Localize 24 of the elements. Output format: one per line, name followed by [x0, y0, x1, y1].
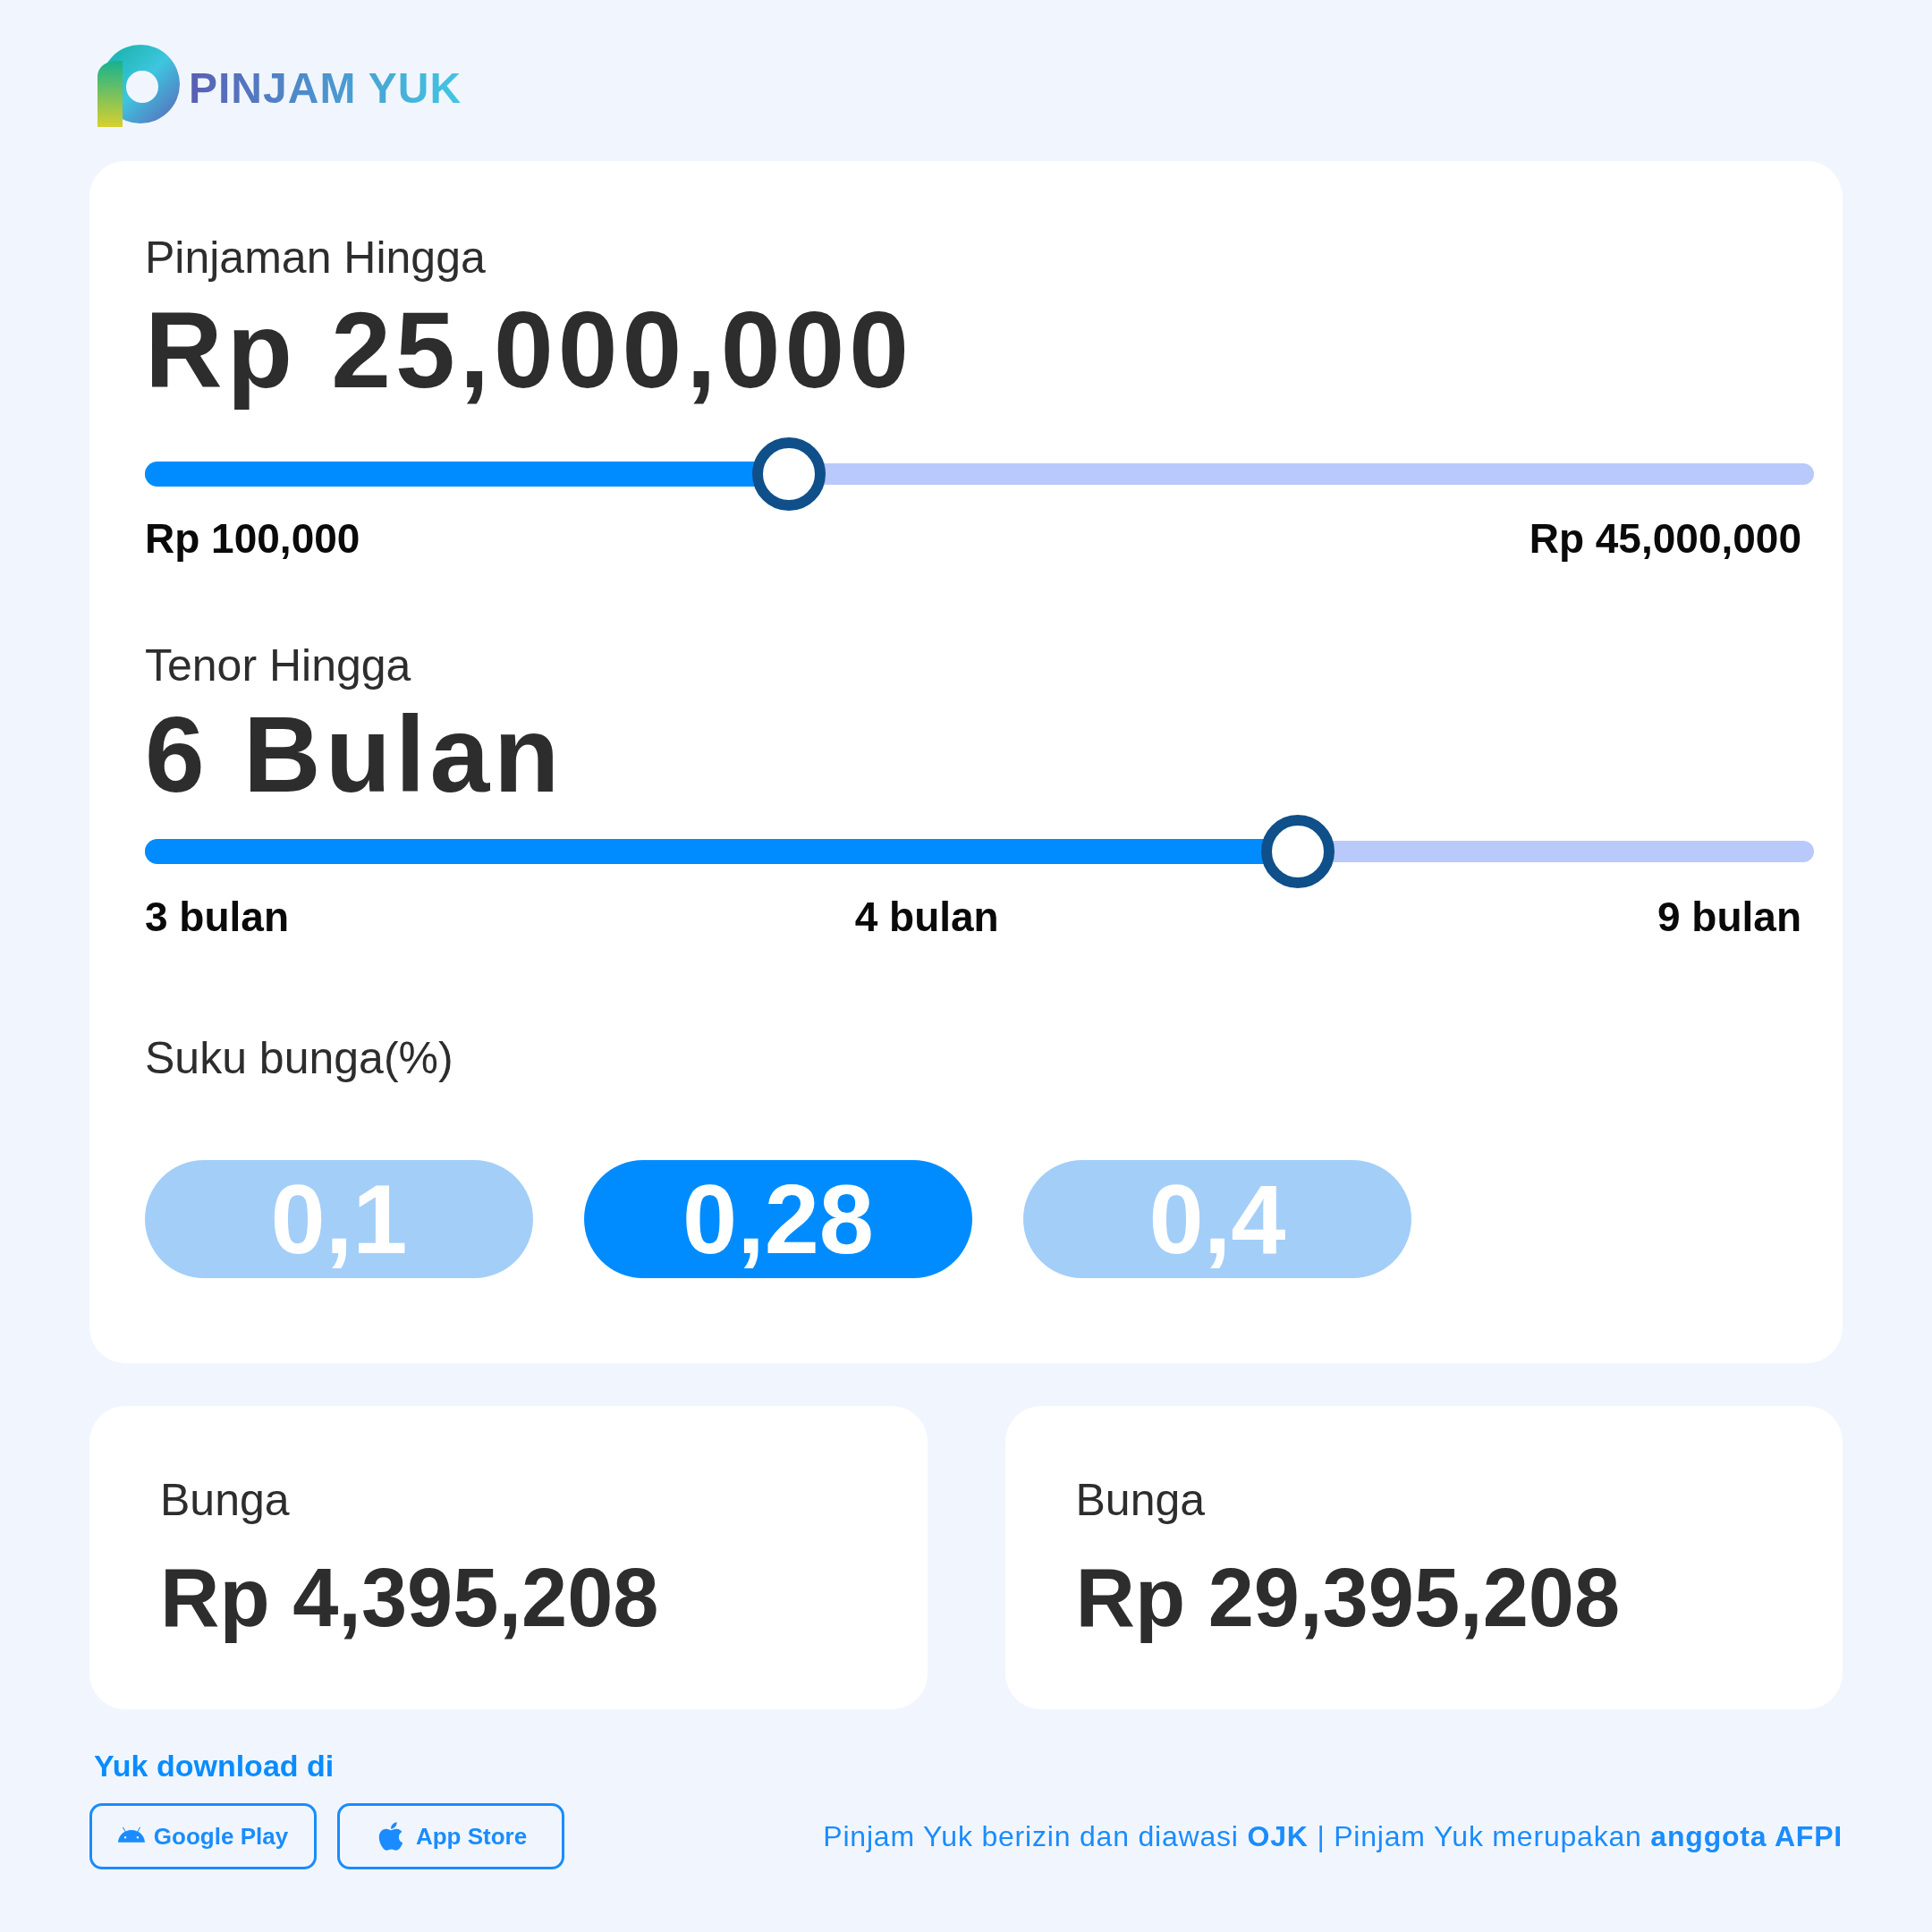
range-label: Rp 100,000: [145, 514, 360, 564]
store-button[interactable]: App Store: [337, 1803, 564, 1869]
result-value: Rp 29,395,208: [1075, 1551, 1622, 1645]
store-button[interactable]: Google Play: [89, 1803, 317, 1869]
tenor-value: 6 Bulan: [145, 693, 565, 815]
loan-label: Pinjaman Hingga: [145, 232, 487, 284]
interest-option[interactable]: 0,1: [145, 1160, 533, 1278]
range-label: 9 bulan: [1657, 893, 1801, 942]
interest-option[interactable]: 0,4: [1023, 1160, 1411, 1278]
range-label: 3 bulan: [145, 893, 290, 942]
slider-track[interactable]: [145, 815, 1814, 888]
slider-track[interactable]: [145, 437, 1814, 511]
result-label: Bunga: [1075, 1474, 1207, 1527]
logo-icon: [96, 45, 180, 127]
result-value: Rp 4,395,208: [160, 1551, 660, 1645]
range-label: Rp 45,000,000: [1529, 514, 1801, 564]
tenor-label: Tenor Hingga: [145, 640, 412, 692]
interest-option[interactable]: 0,28: [584, 1160, 972, 1278]
range-label: 4 bulan: [854, 893, 999, 942]
loan-amount: Rp 25,000,000: [145, 289, 914, 411]
result-label: Bunga: [160, 1474, 291, 1527]
interest-label: Suku bunga(%): [145, 1032, 454, 1085]
download-label: Yuk download di: [93, 1748, 335, 1784]
license-text: Pinjam Yuk berizin dan diawasi OJK | Pinjam Yuk merupakan anggota AFPI: [823, 1819, 1843, 1853]
